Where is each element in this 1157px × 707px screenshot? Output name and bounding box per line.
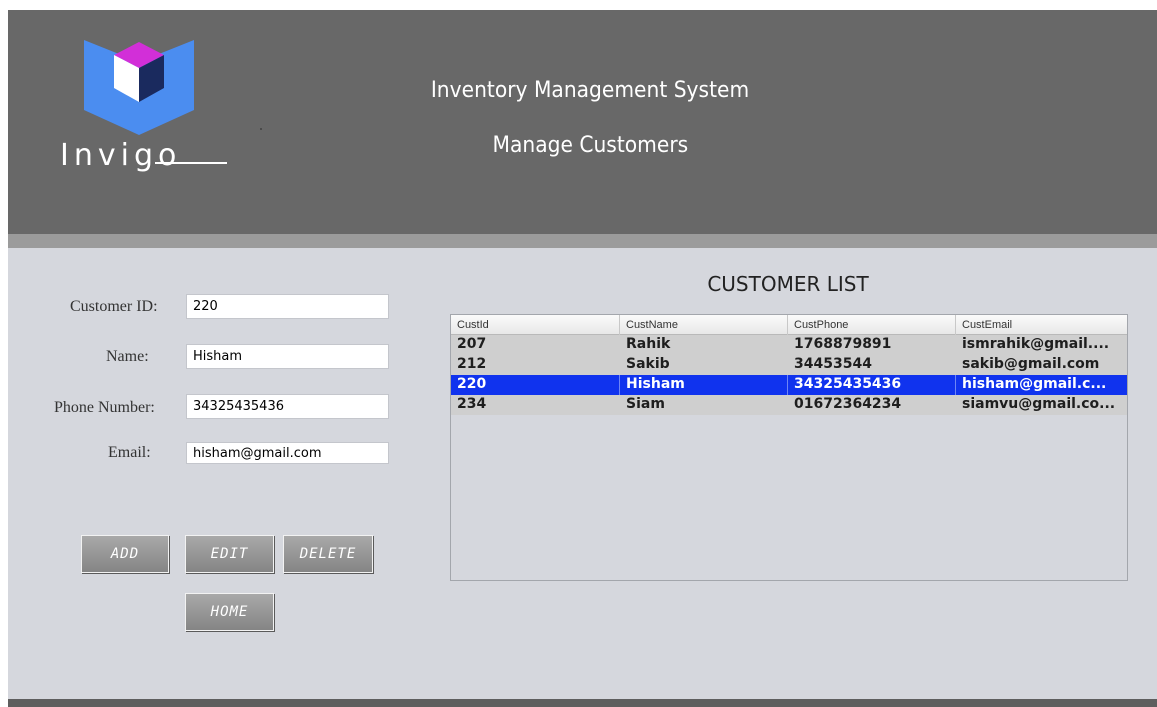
- header-divider: [8, 234, 1157, 248]
- cell-custid: 234: [457, 396, 487, 412]
- column-header-custphone[interactable]: CustPhone: [788, 315, 956, 335]
- customer-list-title: CUSTOMER LIST: [707, 272, 869, 296]
- delete-button[interactable]: DELETE: [283, 535, 373, 573]
- table-header: CustId CustName CustPhone CustEmail: [451, 315, 1127, 335]
- name-input[interactable]: [186, 344, 389, 369]
- email-label: Email:: [108, 444, 151, 461]
- cell-custname: Siam: [626, 396, 665, 412]
- cell-custphone: 1768879891: [794, 336, 892, 352]
- cell-custname: Rahik: [626, 336, 671, 352]
- cell-custphone: 34325435436: [788, 375, 956, 395]
- column-header-custid[interactable]: CustId: [451, 315, 620, 335]
- column-header-custemail[interactable]: CustEmail: [956, 315, 1127, 335]
- app-title: Inventory Management System: [8, 78, 1157, 103]
- customer-id-input[interactable]: [186, 294, 389, 319]
- table-row-selected[interactable]: 220 Hisham 34325435436 hisham@gmail.c...: [451, 375, 1127, 395]
- phone-number-label: Phone Number:: [54, 399, 155, 416]
- cell-custphone: 34453544: [794, 356, 872, 372]
- cell-custid: 207: [457, 336, 487, 352]
- logo-dot: [260, 128, 262, 130]
- header: Invigo Inventory Management System Manag…: [8, 10, 1157, 234]
- footer-bar: [8, 699, 1157, 707]
- cell-custid: 212: [457, 356, 487, 372]
- customer-id-label: Customer ID:: [70, 298, 158, 315]
- column-header-custname[interactable]: CustName: [620, 315, 788, 335]
- cell-custname: Sakib: [626, 356, 670, 372]
- cell-custemail: siamvu@gmail.co...: [962, 396, 1116, 412]
- cell-custphone: 01672364234: [794, 396, 902, 412]
- table-row[interactable]: 207 Rahik 1768879891 ismrahik@gmail....: [451, 335, 1127, 355]
- cell-custemail: hisham@gmail.c...: [962, 376, 1107, 392]
- logo-underline: [155, 162, 227, 164]
- email-input[interactable]: [186, 442, 389, 464]
- page-title-text: Manage Customers: [492, 133, 689, 158]
- name-label: Name:: [106, 348, 149, 365]
- cell-custid: 220: [451, 375, 620, 395]
- page-title: Manage Customers: [8, 133, 1157, 158]
- table-row[interactable]: 234 Siam 01672364234 siamvu@gmail.co...: [451, 395, 1127, 415]
- table-row[interactable]: 212 Sakib 34453544 sakib@gmail.com: [451, 355, 1127, 375]
- add-button[interactable]: ADD: [81, 535, 169, 573]
- cell-custemail: sakib@gmail.com: [962, 356, 1100, 372]
- cell-custname: Hisham: [620, 375, 788, 395]
- cell-custemail: ismrahik@gmail....: [962, 336, 1110, 352]
- customer-table[interactable]: CustId CustName CustPhone CustEmail 207 …: [450, 314, 1128, 581]
- phone-number-input[interactable]: [186, 394, 389, 419]
- app-window: Invigo Inventory Management System Manag…: [8, 10, 1157, 707]
- home-button[interactable]: HOME: [185, 593, 274, 631]
- edit-button[interactable]: EDIT: [185, 535, 274, 573]
- app-title-text: Inventory Management System: [431, 78, 750, 103]
